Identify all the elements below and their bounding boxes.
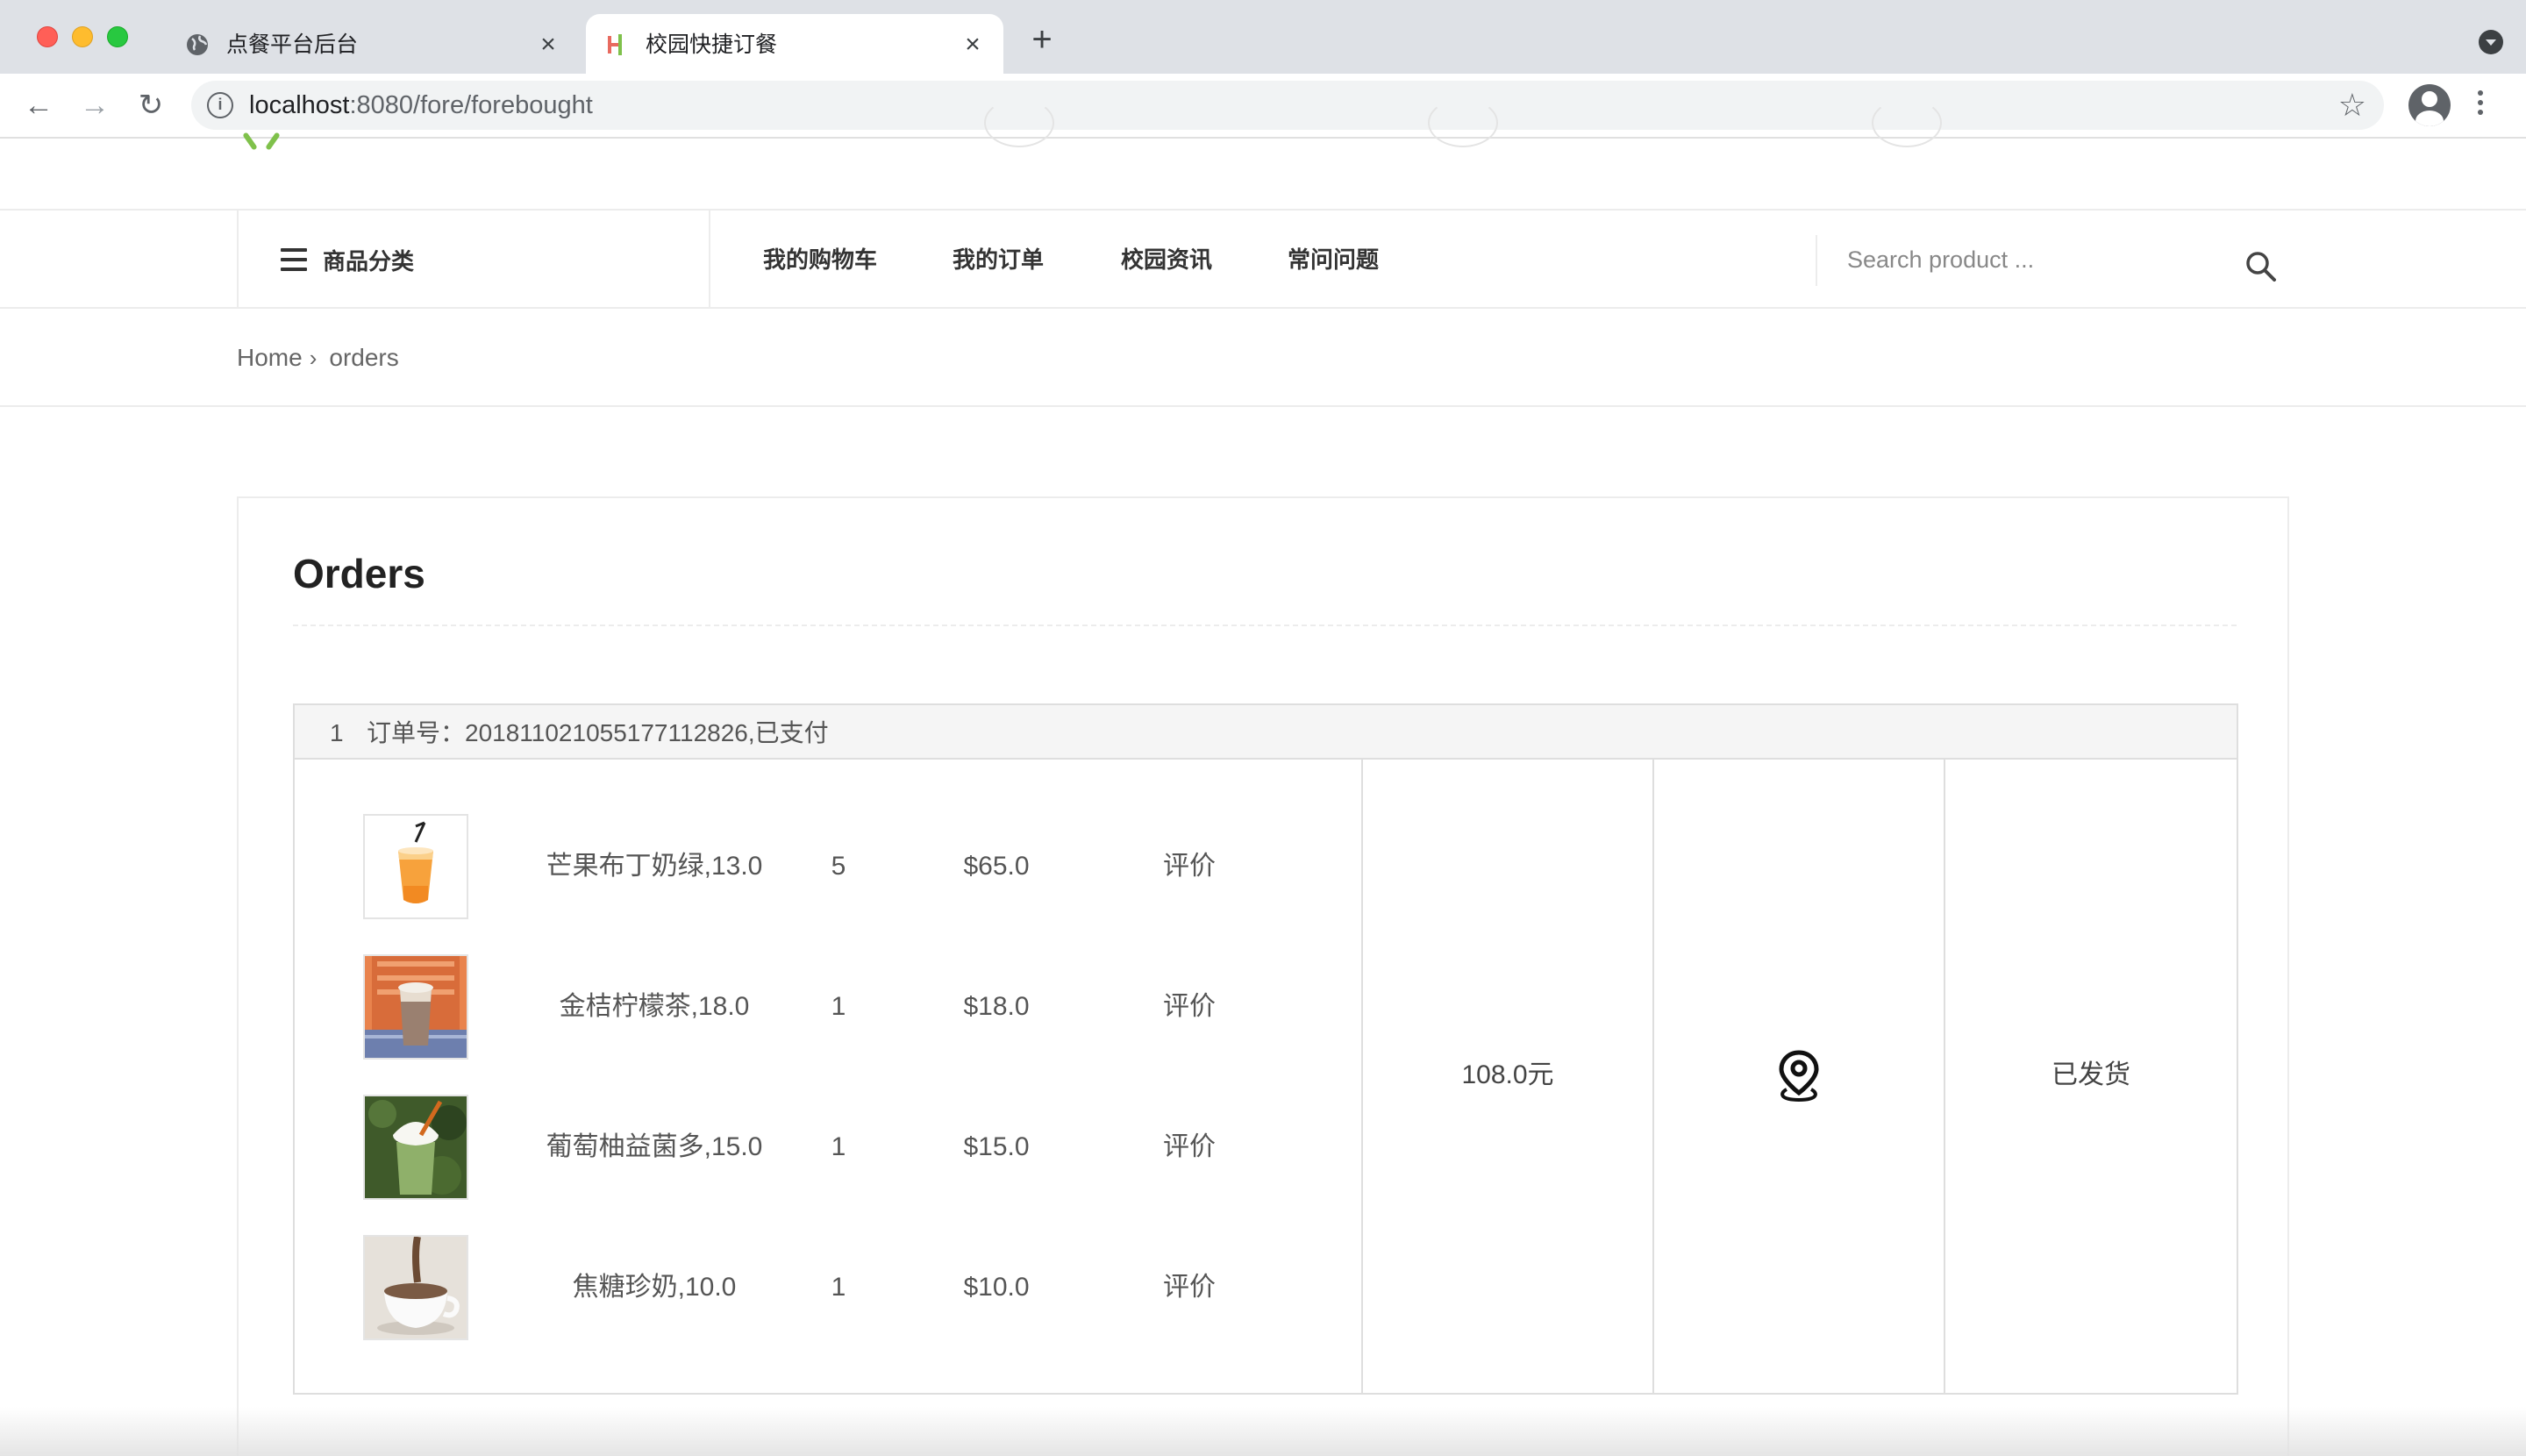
close-icon[interactable]: × (958, 30, 988, 60)
order-item-row: 芒果布丁奶绿,13.0 5 $65.0 评价 (295, 814, 1361, 919)
address-bar[interactable]: i localhost:8080/fore/forebought ☆ (191, 81, 2384, 130)
bottom-shadow (0, 1407, 2526, 1456)
page-title: Orders (293, 551, 425, 596)
nav-divider (237, 211, 239, 309)
nav-divider (709, 211, 710, 309)
page-content: 商品分类 我的购物车 我的订单 校园资讯 常问问题 Home › orders … (0, 98, 2526, 1456)
reload-button[interactable]: ↻ (132, 86, 170, 125)
forward-button[interactable]: → (75, 86, 114, 125)
order-body: 芒果布丁奶绿,13.0 5 $65.0 评价 金桔柠檬茶,18.0 1 $18.… (293, 760, 2238, 1395)
breadcrumb-bar: Home › orders (0, 309, 2526, 407)
product-image-caramel-pearl-milk-tea[interactable] (363, 1235, 468, 1340)
category-menu-button[interactable]: 商品分类 (281, 244, 414, 275)
bookmark-star-icon[interactable]: ☆ (2338, 88, 2366, 123)
product-name[interactable]: 葡萄柚益菌多,15.0 (523, 1130, 786, 1165)
product-name[interactable]: 芒果布丁奶绿,13.0 (523, 849, 786, 884)
map-pin-icon[interactable] (1776, 1049, 1822, 1103)
window-minimize-button[interactable] (72, 26, 93, 47)
url-text[interactable]: localhost:8080/fore/forebought (249, 91, 593, 119)
product-name[interactable]: 焦糖珍奶,10.0 (523, 1270, 786, 1305)
review-link[interactable]: 评价 (1137, 1270, 1242, 1305)
product-subtotal: $18.0 (963, 992, 1030, 1021)
breadcrumb-home[interactable]: Home (237, 342, 303, 374)
review-link[interactable]: 评价 (1137, 849, 1242, 884)
order-item-row: 金桔柠檬茶,18.0 1 $18.0 评价 (295, 954, 1361, 1060)
product-quantity: 1 (831, 1273, 846, 1302)
tab-title: 校园快捷订餐 (646, 32, 778, 57)
chevron-right-icon: › (309, 345, 318, 371)
url-path: :8080/fore/forebought (349, 91, 593, 119)
breadcrumb-current: orders (329, 344, 399, 371)
search-divider (1816, 235, 1817, 286)
review-link[interactable]: 评价 (1137, 1130, 1242, 1165)
hamburger-icon (281, 248, 307, 271)
product-subtotal: $10.0 (963, 1273, 1030, 1302)
browser-tab-campus-order[interactable]: 校园快捷订餐 × (586, 14, 1003, 74)
browser-tab-admin[interactable]: 点餐平台后台 × (167, 14, 579, 74)
header-icon-circle (1428, 98, 1498, 147)
window-close-button[interactable] (37, 26, 58, 47)
product-subtotal: $15.0 (963, 1132, 1030, 1161)
product-quantity: 5 (831, 852, 846, 881)
product-name[interactable]: 金桔柠檬茶,18.0 (523, 989, 786, 1024)
site-logo-icon (608, 34, 622, 55)
main-navbar: 商品分类 我的购物车 我的订单 校园资讯 常问问题 (0, 211, 2526, 309)
order-item-row: 葡萄柚益菌多,15.0 1 $15.0 评价 (295, 1095, 1361, 1200)
header-icon-circle (1872, 98, 1942, 147)
order-total: 108.0元 (1461, 1060, 1554, 1089)
order-header: 1 订单号：20181102105517711282​6,已支付 (293, 703, 2238, 760)
tab-search-button[interactable] (2479, 30, 2503, 54)
order-number-status: 订单号：20181102105517711282​6,已支付 (367, 719, 829, 746)
order-index: 1 (330, 719, 344, 746)
orders-card: Orders 1 订单号：20181102105517711282​6,已支付 (237, 496, 2289, 1456)
browser-tab-bar: 点餐平台后台 × 校园快捷订餐 × + (0, 0, 2526, 74)
product-image-grapefruit-yakult[interactable] (363, 1095, 468, 1200)
search-icon[interactable] (2244, 249, 2279, 284)
globe-icon (187, 34, 208, 55)
review-link[interactable]: 评价 (1137, 989, 1242, 1024)
profile-avatar[interactable] (2408, 84, 2451, 126)
nav-item-cart[interactable]: 我的购物车 (763, 244, 877, 275)
nav-item-news[interactable]: 校园资讯 (1121, 244, 1212, 275)
order-item-row: 焦糖珍奶,10.0 1 $10.0 评价 (295, 1235, 1361, 1340)
product-image-kumquat-lemon-tea[interactable] (363, 954, 468, 1060)
tab-title: 点餐平台后台 (226, 32, 359, 57)
window-zoom-button[interactable] (107, 26, 128, 47)
title-divider (293, 625, 2237, 626)
nav-item-faq[interactable]: 常问问题 (1288, 244, 1379, 275)
site-logo[interactable] (239, 139, 309, 151)
url-host: localhost (249, 91, 350, 119)
category-label: 商品分类 (323, 247, 415, 275)
browser-toolbar: ← → ↻ i localhost:8080/fore/forebought ☆ (0, 74, 2526, 139)
header-icon-circle (984, 98, 1054, 147)
nav-item-orders[interactable]: 我的订单 (953, 244, 1044, 275)
order-status: 已发货 (2051, 1060, 2130, 1089)
product-image-mango-pudding[interactable] (363, 814, 468, 919)
product-quantity: 1 (831, 992, 846, 1021)
breadcrumb: Home › orders (237, 342, 399, 374)
site-info-icon[interactable]: i (207, 92, 233, 118)
browser-menu-icon[interactable] (2475, 86, 2486, 125)
back-button[interactable]: ← (19, 86, 58, 125)
new-tab-button[interactable]: + (1024, 22, 1060, 58)
search-input[interactable] (1830, 237, 2216, 282)
order-location-cell (1654, 1049, 1944, 1103)
close-icon[interactable]: × (533, 30, 563, 60)
product-subtotal: $65.0 (963, 852, 1030, 881)
site-header (0, 98, 2526, 211)
product-quantity: 1 (831, 1132, 846, 1161)
